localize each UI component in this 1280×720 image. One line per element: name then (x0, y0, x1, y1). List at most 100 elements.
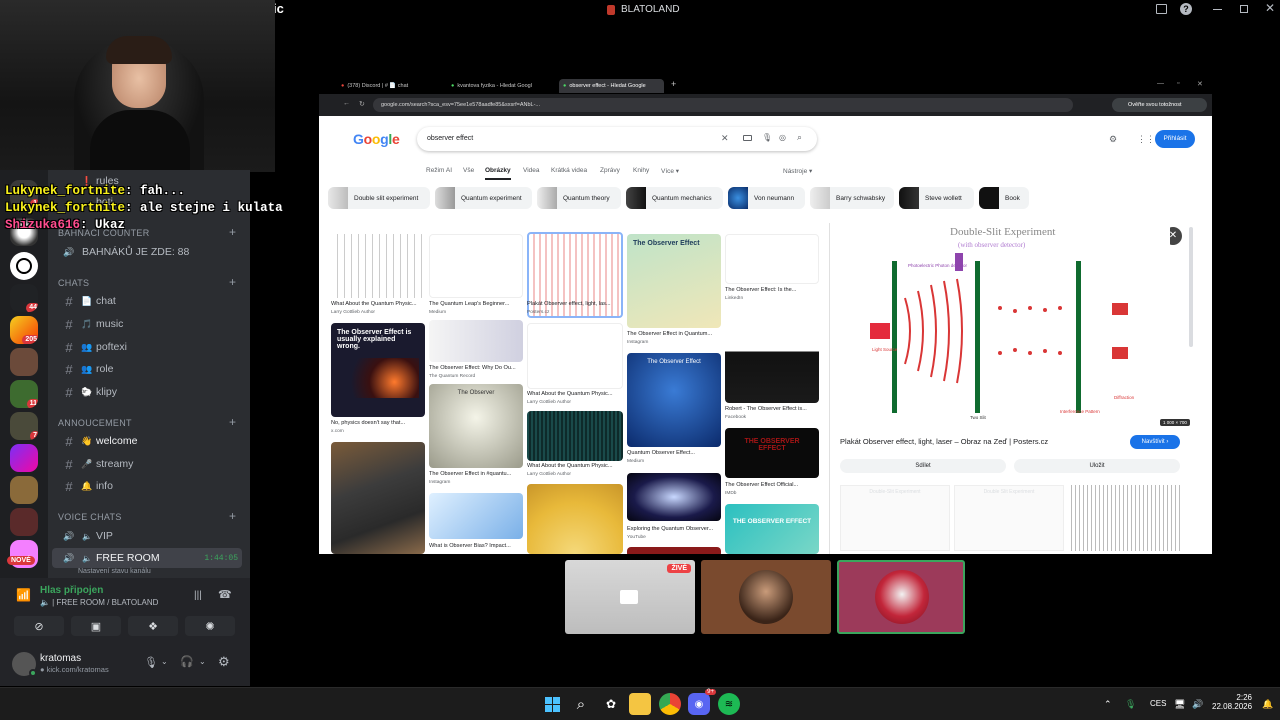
tab-observer-active[interactable]: ● observer effect - Hledat Google (559, 79, 664, 93)
visit-button[interactable]: Navštívit › (1130, 435, 1180, 449)
tab-short-videos[interactable]: Krátká videa (551, 167, 587, 174)
channel-status-link[interactable]: Nastavení stavu kanálu (78, 568, 151, 575)
chevron-down-icon[interactable]: ⌄ (161, 657, 168, 666)
headphones-icon[interactable]: 🎧 (180, 655, 194, 668)
counter-channel[interactable]: 🔊 BAHNÁKŮ JE ZDE: 88 (52, 242, 242, 262)
settings-icon[interactable]: ⚙ (1109, 134, 1117, 145)
result-caption[interactable]: Plakát Observer effect, light, las... (527, 301, 623, 307)
channel-poftexi[interactable]: # 👥 poftexi (52, 337, 242, 357)
inbox-icon[interactable] (1156, 4, 1167, 14)
result-caption[interactable]: The Observer Effect Official... (725, 482, 819, 488)
tab-more[interactable]: Více ▾ (661, 167, 679, 175)
chatgpt-server-icon[interactable] (10, 252, 38, 280)
result-caption[interactable]: The Observer Effect in Quantum... (627, 331, 721, 337)
result-image[interactable] (429, 234, 523, 298)
server-icon[interactable]: 7 (10, 412, 38, 440)
browser-close-icon[interactable]: ✕ (1197, 80, 1203, 88)
volume-icon[interactable]: 🔊 (1192, 699, 1203, 710)
result-image[interactable]: The Observer Effect (627, 234, 721, 328)
result-image[interactable] (429, 493, 523, 539)
related-image[interactable] (1068, 485, 1180, 551)
category-voice-chats[interactable]: VOICE CHATS (58, 512, 122, 522)
chip-double-slit[interactable]: Double slit experiment (328, 187, 430, 209)
voice-location[interactable]: 🔈 | FREE ROOM / BLATOLAND (40, 598, 158, 607)
channel-info[interactable]: # 🔔 info (52, 476, 242, 496)
server-icon[interactable]: 205 (10, 316, 38, 344)
add-channel-icon[interactable]: + (229, 415, 236, 429)
voice-channel-vip[interactable]: 🔊 🔈 VIP (52, 526, 242, 546)
chip-book[interactable]: Book (979, 187, 1029, 209)
result-caption[interactable]: What About the Quantum Physic... (527, 391, 623, 397)
result-caption[interactable]: Exploring the Quantum Observer... (627, 526, 721, 532)
result-image[interactable] (725, 234, 819, 284)
tab-all[interactable]: Vše (463, 167, 474, 174)
chevron-down-icon[interactable]: ⌄ (199, 657, 206, 666)
maximize-icon[interactable] (1240, 5, 1248, 13)
result-image[interactable] (331, 442, 425, 554)
mic-icon[interactable]: 🎙 (144, 656, 158, 669)
server-icon[interactable]: 11 (10, 380, 38, 408)
voice-connected-label[interactable]: Hlas připojen (40, 585, 103, 596)
preview-caption[interactable]: Plakát Observer effect, light, laser – O… (840, 437, 1048, 446)
server-icon[interactable] (10, 444, 38, 472)
add-channel-icon[interactable]: + (229, 275, 236, 289)
result-caption[interactable]: What About the Quantum Physic... (331, 301, 425, 307)
related-image[interactable]: Double Slit Experiment (954, 485, 1064, 551)
discord-icon[interactable]: ◉ 9+ (688, 689, 716, 715)
save-button[interactable]: Uložit (1014, 459, 1180, 473)
language-indicator[interactable]: CES (1150, 699, 1166, 708)
result-caption[interactable]: Quantum Observer Effect... (627, 450, 721, 456)
result-image[interactable] (627, 547, 721, 554)
tab-videos[interactable]: Videa (523, 167, 540, 174)
related-image[interactable]: Double-Slit Experiment (840, 485, 950, 551)
result-caption[interactable]: Robert - The Observer Effect is... (725, 406, 819, 412)
result-caption[interactable]: What About the Quantum Physic... (527, 463, 623, 469)
copilot-icon[interactable]: ✿ (600, 693, 622, 715)
channel-welcome[interactable]: # 👋 welcome (52, 431, 242, 451)
chip-barry-schwabsky[interactable]: Barry schwabsky (810, 187, 894, 209)
share-button[interactable]: Sdílet (840, 459, 1006, 473)
file-explorer-icon[interactable] (629, 693, 651, 715)
stream-thumbnail-screen[interactable]: ŽIVĚ (565, 560, 695, 634)
add-channel-icon[interactable]: + (229, 509, 236, 523)
result-caption[interactable]: The Observer Effect: Why Do Ou... (429, 365, 523, 371)
url-field[interactable]: google.com/search?sca_esv=75ee1e578aadfe… (373, 98, 1073, 112)
preview-image[interactable]: Double-Slit Experiment (with observer de… (830, 223, 1190, 427)
stream-thumbnail-speaking[interactable] (837, 560, 965, 634)
result-caption[interactable]: The Observer Effect: Is the... (725, 287, 819, 293)
result-image[interactable]: THE OBSERVER EFFECT (725, 428, 819, 478)
result-image[interactable]: The Observer (429, 384, 523, 468)
search-icon[interactable]: ⌕ (570, 693, 592, 715)
result-caption[interactable]: No, physics doesn't say that... (331, 420, 425, 426)
result-image[interactable]: THE OBSERVER EFFECT (725, 504, 819, 554)
signin-button[interactable]: Přihlásit (1155, 130, 1195, 148)
notification-icon[interactable]: 🔔 (1262, 699, 1273, 710)
chrome-icon[interactable] (659, 693, 681, 715)
server-icon[interactable]: 44 (10, 284, 38, 312)
result-image[interactable] (331, 234, 425, 298)
close-icon[interactable]: ✕ (1265, 1, 1275, 15)
activities-button[interactable]: ❖ (128, 616, 178, 636)
tools-button[interactable]: Nástroje ▾ (783, 167, 812, 175)
search-box[interactable]: observer effect ✕ 🎙 ◎ ⌕ (417, 127, 817, 151)
result-image[interactable] (527, 323, 623, 389)
verify-identity-button[interactable]: Ověřte svou totožnost (1112, 98, 1207, 112)
google-logo[interactable]: Google (353, 131, 400, 147)
camera-button[interactable]: ⊘ (14, 616, 64, 636)
mic-icon[interactable]: 🎙 (762, 133, 772, 142)
server-icon[interactable] (10, 476, 38, 504)
help-icon[interactable]: ? (1180, 3, 1192, 15)
tab-ai-mode[interactable]: Režim AI (426, 167, 452, 174)
tab-images[interactable]: Obrázky (485, 167, 511, 180)
channel-music[interactable]: # 🎵 music (52, 314, 242, 334)
channel-klipy[interactable]: # 🐑 klipy (52, 382, 242, 402)
result-image[interactable] (627, 473, 721, 521)
soundboard-button[interactable]: ✺ (185, 616, 235, 636)
channel-streamy[interactable]: # 🎤 streamy (52, 454, 242, 474)
tab-discord[interactable]: ● (378) Discord | # 📄 chat (337, 79, 442, 93)
screen-share-button[interactable]: ▣ (71, 616, 121, 636)
tab-kvantova[interactable]: ● kvantova fyzika - Hledat Googl (447, 79, 555, 93)
result-caption[interactable]: The Observer Effect in #quantu... (429, 471, 523, 477)
network-icon[interactable]: 🖥 (1174, 699, 1185, 710)
category-chats[interactable]: CHATS (58, 278, 89, 288)
